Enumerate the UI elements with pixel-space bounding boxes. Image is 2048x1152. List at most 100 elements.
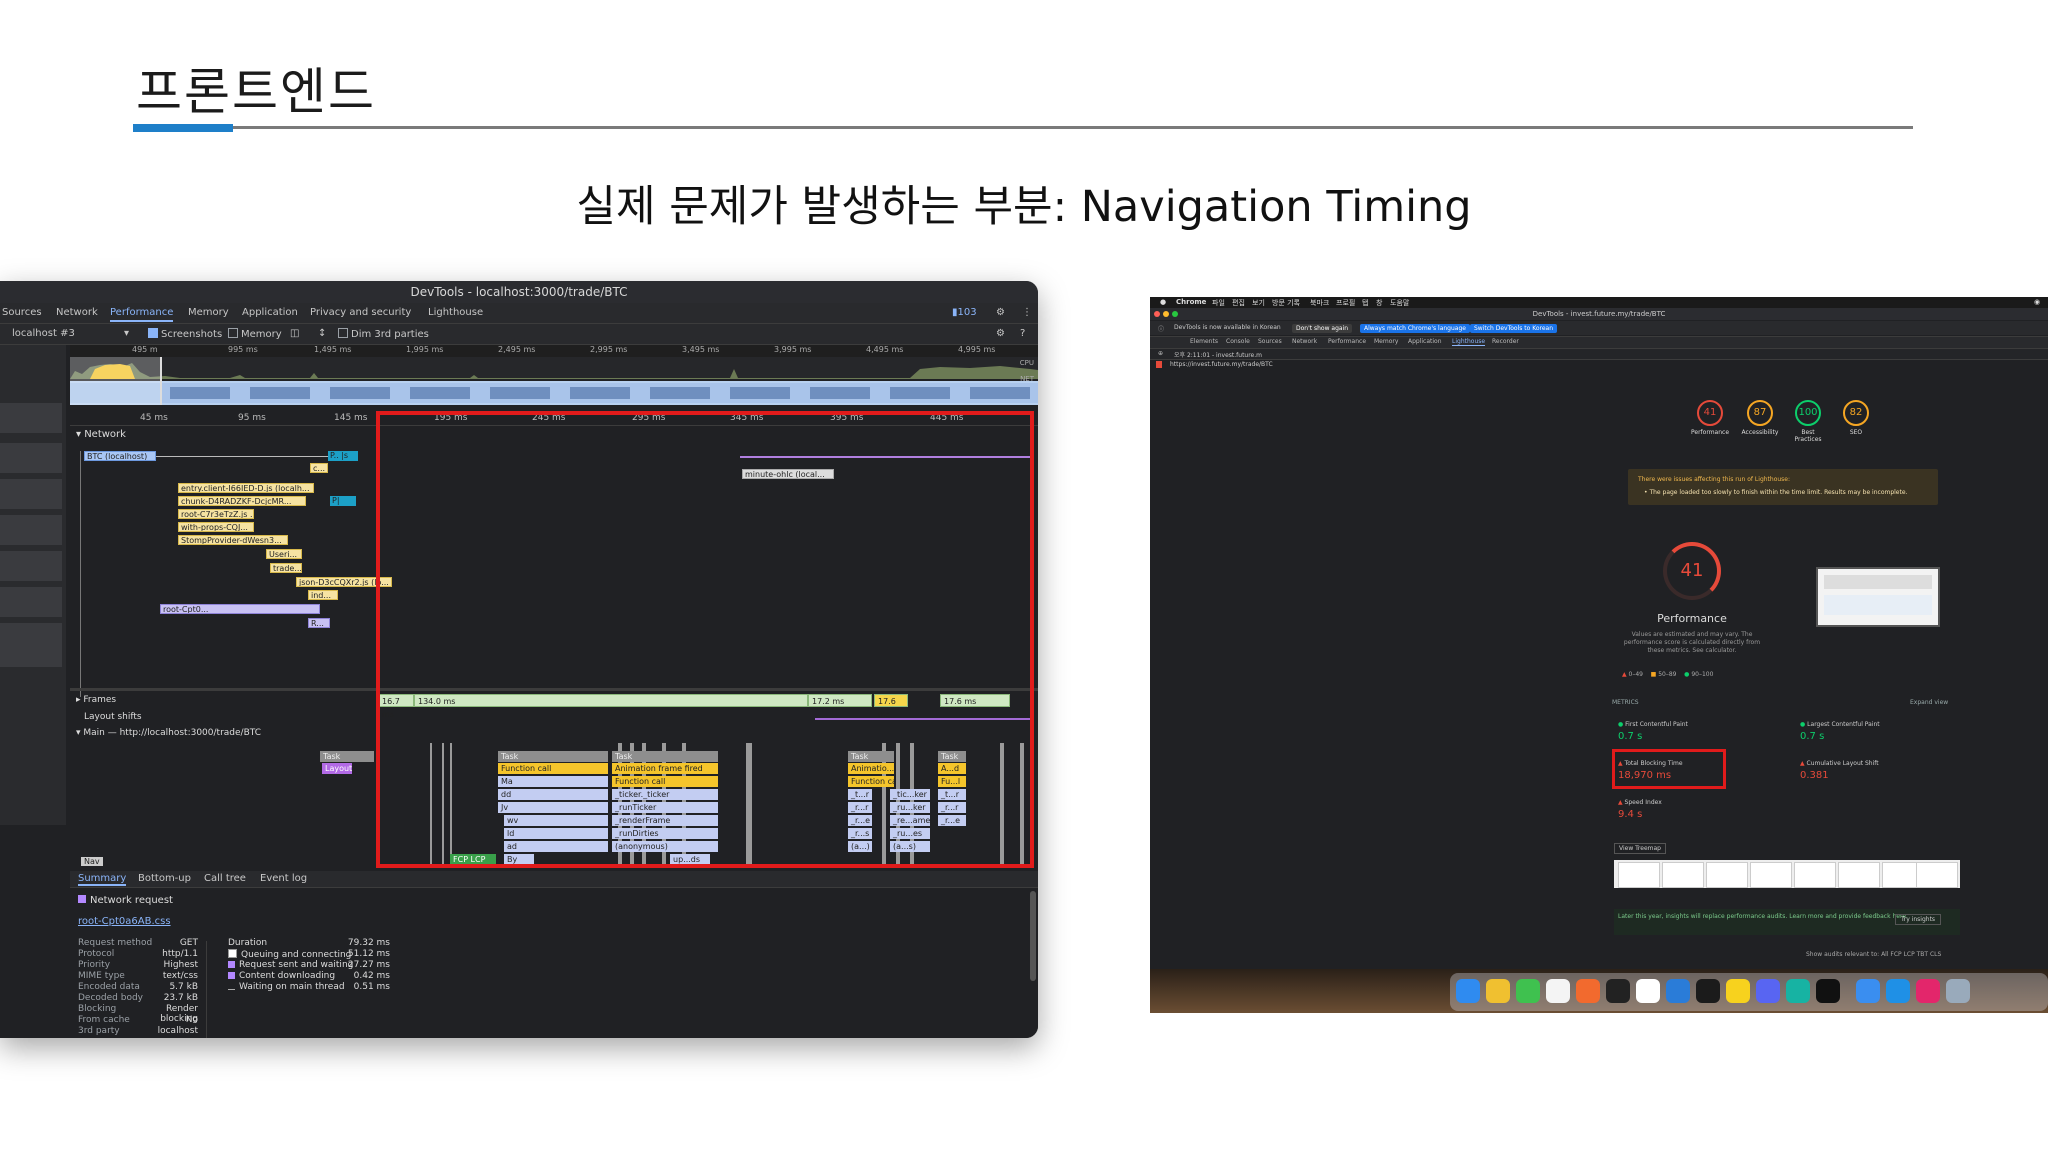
more-menu-icon[interactable]: ⋮ xyxy=(1022,307,1032,318)
track-handle[interactable] xyxy=(0,403,62,433)
tab-bottom-up[interactable]: Bottom-up xyxy=(138,873,191,884)
control-center-icon[interactable]: ◉ xyxy=(2034,298,2040,306)
waterfall-request[interactable]: Useri... xyxy=(266,549,302,559)
score-performance[interactable]: 41 Performance xyxy=(1690,400,1730,436)
tab-performance[interactable]: Performance xyxy=(1328,338,1366,345)
discord-icon[interactable] xyxy=(1756,979,1780,1003)
menubar-item[interactable]: Chrome xyxy=(1176,298,1206,306)
docker-icon[interactable] xyxy=(1886,979,1910,1003)
memory-checkbox[interactable]: Memory xyxy=(228,328,282,340)
minimize-window-icon[interactable] xyxy=(1163,311,1169,317)
main-thread-label[interactable]: ▾ Main — http://localhost:3000/trade/BTC xyxy=(76,728,261,738)
tab-elements[interactable]: Elements xyxy=(1190,338,1218,345)
icloud-icon[interactable] xyxy=(1856,979,1880,1003)
tab-call-tree[interactable]: Call tree xyxy=(204,873,246,884)
tab-network[interactable]: Network xyxy=(56,307,98,318)
tab-recorder[interactable]: Recorder xyxy=(1492,338,1519,345)
vscode-icon[interactable] xyxy=(1666,979,1690,1003)
score-seo[interactable]: 82 SEO xyxy=(1836,400,1876,436)
dont-show-again-button[interactable]: Don't show again xyxy=(1292,324,1353,333)
close-window-icon[interactable] xyxy=(1154,311,1160,317)
app-icon[interactable] xyxy=(1786,979,1810,1003)
tab-lighthouse[interactable]: Lighthouse xyxy=(428,307,483,318)
waterfall-request[interactable]: BTC (localhost) xyxy=(84,451,156,461)
tab-privacy[interactable]: Privacy and security xyxy=(310,307,411,318)
menubar-item[interactable]: 편집 xyxy=(1232,298,1245,308)
kakaotalk-icon[interactable] xyxy=(1726,979,1750,1003)
tab-event-log[interactable]: Event log xyxy=(260,873,307,884)
navigation-marker[interactable]: Nav xyxy=(81,857,103,866)
view-treemap-button[interactable]: View Treemap xyxy=(1614,843,1666,854)
network-overview[interactable]: NET xyxy=(70,375,1038,405)
waterfall-request[interactable]: P.. |s xyxy=(328,451,358,461)
track-handle[interactable] xyxy=(0,551,62,581)
waterfall-request[interactable]: entry.client-I66IED-D.js (localh... xyxy=(178,483,314,493)
waterfall-request[interactable]: ind... xyxy=(308,590,338,600)
track-handle[interactable] xyxy=(0,515,62,545)
tab-performance[interactable]: Performance xyxy=(110,307,174,322)
tab-application[interactable]: Application xyxy=(242,307,298,318)
track-handle[interactable] xyxy=(0,623,62,667)
frames-track-label[interactable]: ▸ Frames xyxy=(76,695,116,705)
final-screenshot-thumbnail[interactable] xyxy=(1816,567,1940,627)
settings-gear-icon[interactable]: ⚙ xyxy=(996,307,1005,318)
switch-to-korean-button[interactable]: Switch DevTools to Korean xyxy=(1470,324,1558,333)
waterfall-request[interactable]: P| xyxy=(330,496,356,506)
tab-memory[interactable]: Memory xyxy=(1374,338,1398,345)
target-select[interactable]: localhost #3 xyxy=(12,328,75,339)
track-config-icon[interactable]: ↕ xyxy=(318,328,326,339)
waterfall-request[interactable]: trade... xyxy=(270,563,302,573)
wiki-icon[interactable] xyxy=(1636,979,1660,1003)
menubar-item[interactable]: 파일 xyxy=(1212,298,1225,308)
add-icon[interactable]: ⊕ xyxy=(1158,350,1163,357)
tab-lighthouse[interactable]: Lighthouse xyxy=(1452,338,1486,346)
tab-summary[interactable]: Summary xyxy=(78,873,127,886)
waterfall-request[interactable]: c... xyxy=(310,463,328,473)
menubar-item[interactable]: 도움말 xyxy=(1390,298,1409,308)
issues-badge[interactable]: ▮103 xyxy=(952,307,977,318)
score-best-practices[interactable]: 100 Best Practices xyxy=(1788,400,1828,443)
swift-icon[interactable] xyxy=(1576,979,1600,1003)
screenshots-checkbox[interactable]: Screenshots xyxy=(148,328,222,340)
intellij-icon[interactable] xyxy=(1916,979,1940,1003)
tab-sources[interactable]: Sources xyxy=(1258,338,1282,345)
zoom-window-icon[interactable] xyxy=(1172,311,1178,317)
waterfall-request[interactable]: chunk-D4RADZKF-DcjcMR... xyxy=(178,496,306,506)
messages-icon[interactable] xyxy=(1516,979,1540,1003)
menubar-item[interactable]: 보기 xyxy=(1252,298,1265,308)
track-handle[interactable] xyxy=(0,479,62,509)
flame-layout[interactable]: Layout xyxy=(322,763,352,774)
network-track-label[interactable]: ▾ Network xyxy=(76,429,126,440)
finder-icon[interactable] xyxy=(1456,979,1480,1003)
tab-sources[interactable]: Sources xyxy=(2,307,42,318)
capture-settings-icon[interactable]: ⚙ xyxy=(996,328,1005,339)
try-insights-button[interactable]: Try insights xyxy=(1895,914,1942,925)
menubar-item[interactable]: 프로필 xyxy=(1336,298,1355,308)
calendar-icon[interactable] xyxy=(1546,979,1570,1003)
terminal-icon[interactable] xyxy=(1816,979,1840,1003)
menubar-item[interactable]: 창 xyxy=(1376,298,1382,308)
menubar-item[interactable]: 방문 기록 xyxy=(1272,298,1300,308)
chevron-down-icon[interactable]: ▾ xyxy=(124,328,129,339)
help-icon[interactable]: ? xyxy=(1020,328,1025,339)
menubar-item[interactable]: 북마크 xyxy=(1310,298,1329,308)
trash-icon[interactable]: ◫ xyxy=(290,328,299,339)
chrome-icon[interactable] xyxy=(1486,979,1510,1003)
layout-shifts-label[interactable]: Layout shifts xyxy=(84,712,142,722)
tab-application[interactable]: Application xyxy=(1408,338,1442,345)
waterfall-request[interactable]: with-props-CQJ... xyxy=(178,522,254,532)
waterfall-request[interactable]: root-Cpt0... xyxy=(160,604,320,614)
always-match-language-button[interactable]: Always match Chrome's language xyxy=(1360,324,1470,333)
summary-file-link[interactable]: root-Cpt0a6AB.css xyxy=(78,916,171,927)
track-handle[interactable] xyxy=(0,587,62,617)
waterfall-request[interactable]: StompProvider-dWesn3... xyxy=(178,535,288,545)
apple-icon[interactable]: ● xyxy=(1160,298,1166,306)
menubar-item[interactable]: 탭 xyxy=(1362,298,1368,308)
dim-3rd-parties-checkbox[interactable]: Dim 3rd parties xyxy=(338,328,429,340)
tab-memory[interactable]: Memory xyxy=(188,307,229,318)
summary-scrollbar[interactable] xyxy=(1030,891,1036,981)
audit-filter-row[interactable]: Show audits relevant to: All FCP LCP TBT… xyxy=(1806,951,1941,958)
tab-network[interactable]: Network xyxy=(1292,338,1317,345)
webstorm-icon[interactable] xyxy=(1696,979,1720,1003)
waterfall-request[interactable]: R... xyxy=(308,618,330,628)
